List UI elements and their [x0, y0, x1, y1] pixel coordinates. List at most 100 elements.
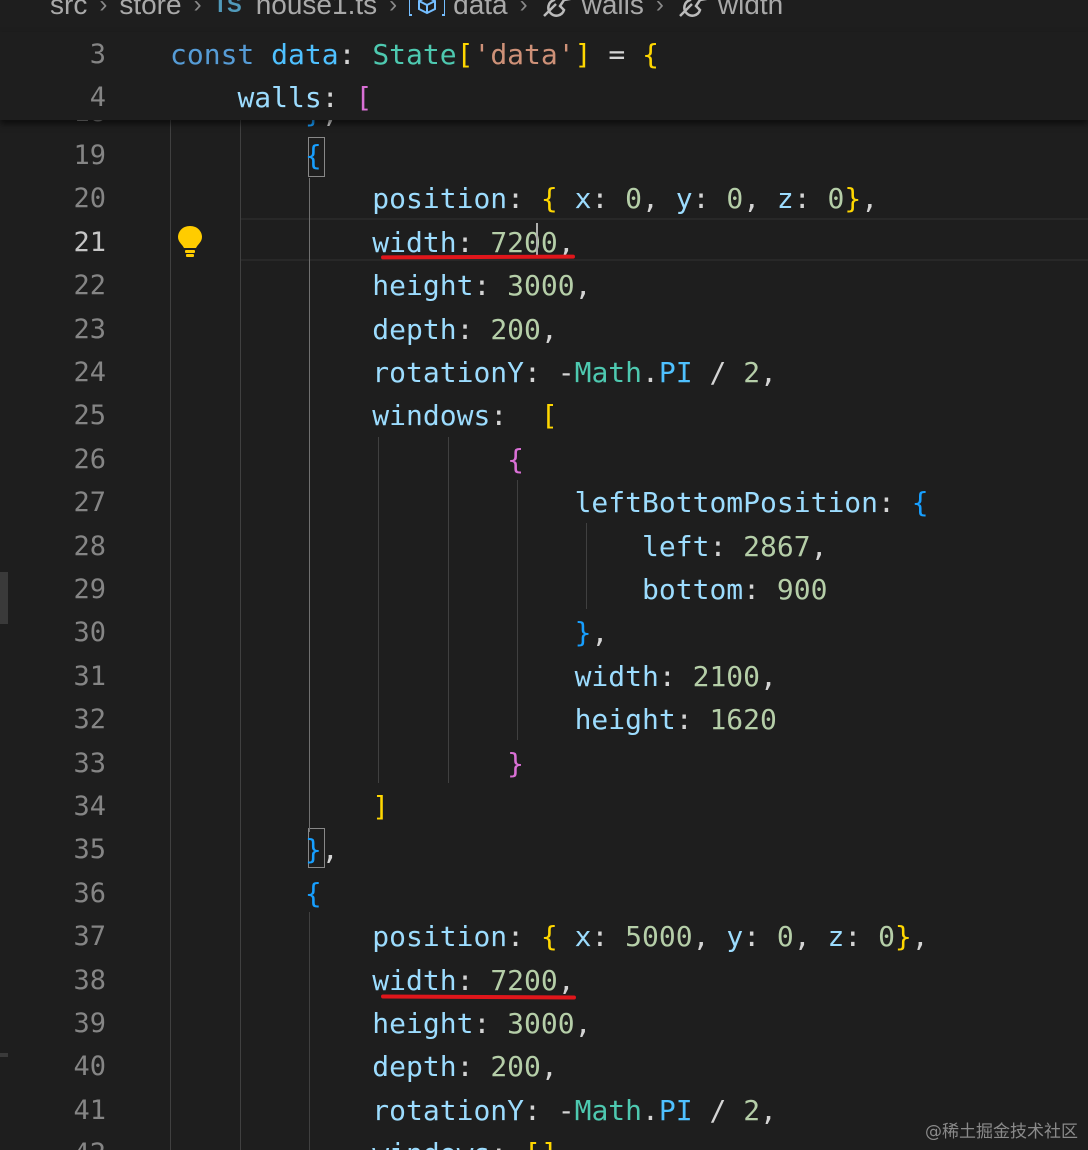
code-token: 'data'	[473, 38, 575, 71]
code-token: State	[372, 38, 457, 71]
code-token: =	[591, 38, 643, 71]
line-number: 32	[73, 704, 106, 736]
line-number: 4	[89, 82, 106, 113]
code-token: :	[878, 486, 912, 520]
code-token: }	[894, 920, 912, 954]
variable-icon	[409, 0, 446, 16]
code-token: :	[844, 920, 879, 954]
code-token: 2867	[743, 529, 811, 563]
code-token: : -	[524, 1093, 575, 1127]
breadcrumb-item-data[interactable]: data	[409, 0, 508, 21]
code-token: 900	[776, 573, 828, 606]
chevron-right-icon: ›	[655, 0, 664, 18]
code-text: ]	[170, 785, 389, 828]
code-line[interactable]: 40 depth: 200,	[0, 1045, 1088, 1088]
red-underline-annotation	[380, 254, 576, 260]
code-token: 0	[776, 920, 794, 954]
code-line[interactable]: 31 width: 2100,	[0, 655, 1088, 698]
code-line[interactable]: 23 depth: 200,	[0, 308, 1088, 351]
code-token: :	[456, 963, 491, 997]
code-token: 2100	[692, 659, 761, 693]
code-token: :	[709, 529, 744, 563]
breadcrumb-item-src[interactable]: src	[50, 0, 87, 21]
code-line[interactable]: 28 left: 2867,	[0, 525, 1088, 568]
line-number: 19	[73, 140, 106, 171]
code-line[interactable]: 32 height: 1620	[0, 698, 1088, 741]
code-token: z	[776, 182, 794, 216]
code-token: []	[524, 1137, 558, 1150]
code-token: 200	[490, 1050, 541, 1084]
code-line[interactable]: 33 }	[0, 742, 1088, 785]
code-token: position	[372, 182, 508, 216]
sticky-scroll-header[interactable]: 3 const data: State['data'] = {4 walls: [	[0, 32, 1088, 120]
code-token: data	[271, 38, 339, 71]
indent-guide-active	[309, 178, 310, 832]
code-line[interactable]: 29 bottom: 900	[0, 568, 1088, 611]
breadcrumb: src › store › TS house1.ts › data › wall…	[0, 0, 1088, 22]
code-token: }	[844, 182, 862, 216]
code-token: rotationY	[372, 1093, 525, 1127]
code-token: height	[574, 703, 676, 737]
code-line[interactable]: 3 const data: State['data'] = {	[0, 33, 1088, 76]
code-token: /	[692, 1093, 744, 1127]
breadcrumb-item-store[interactable]: store	[119, 0, 181, 21]
code-text: rotationY: -Math.PI / 2,	[170, 1089, 777, 1132]
code-line[interactable]: 19 {	[0, 134, 1088, 177]
code-line[interactable]: 35 },	[0, 828, 1088, 871]
line-number: 36	[73, 877, 106, 909]
line-number: 34	[73, 791, 106, 822]
code-token: [	[456, 38, 474, 71]
line-number: 40	[73, 1051, 106, 1083]
code-line[interactable]: 25 windows: [	[0, 394, 1088, 437]
code-token: y	[675, 182, 693, 216]
code-token: :	[473, 269, 508, 303]
code-token: Math	[574, 356, 643, 389]
chevron-right-icon: ›	[99, 0, 108, 18]
code-token: [	[355, 81, 373, 114]
breadcrumb-item-file[interactable]: TS house1.ts	[214, 0, 378, 21]
code-token: 2	[743, 356, 761, 389]
code-token: 200	[490, 312, 541, 346]
code-token: ,	[760, 659, 777, 693]
code-line[interactable]: 26 {	[0, 438, 1088, 481]
code-line[interactable]: 4 walls: [	[0, 76, 1088, 119]
code-line[interactable]: 20 position: { x: 0, y: 0, z: 0},	[0, 177, 1088, 220]
code-token: walls	[237, 81, 322, 114]
code-text: },	[170, 611, 609, 654]
code-line[interactable]: 36 {	[0, 872, 1088, 915]
wrench-icon	[542, 0, 571, 17]
code-token: .	[642, 1093, 659, 1127]
breadcrumb-item-walls[interactable]: walls	[540, 0, 644, 21]
code-line[interactable]: 39 height: 3000,	[0, 1002, 1088, 1045]
line-number: 29	[73, 574, 106, 605]
code-token: width	[574, 659, 659, 693]
code-line[interactable]: 22 height: 3000,	[0, 264, 1088, 307]
code-text: {	[170, 134, 322, 177]
code-token: height	[372, 269, 474, 303]
code-text: height: 3000,	[170, 264, 591, 307]
code-line[interactable]: 37 position: { x: 5000, y: 0, z: 0},	[0, 915, 1088, 958]
code-token: :	[507, 920, 541, 954]
code-line[interactable]: 34 ]	[0, 785, 1088, 828]
code-text: {	[170, 438, 524, 481]
code-line[interactable]: 24 rotationY: -Math.PI / 2,	[0, 351, 1088, 394]
code-line[interactable]: 30 },	[0, 611, 1088, 654]
chevron-right-icon: ›	[389, 0, 398, 18]
code-line[interactable]: 27 leftBottomPosition: {	[0, 481, 1088, 524]
breadcrumb-item-width[interactable]: width	[676, 0, 783, 21]
code-token: ,	[557, 963, 575, 997]
code-editor[interactable]: src › store › TS house1.ts › data › wall…	[0, 0, 1088, 1150]
code-token: :	[591, 182, 626, 216]
